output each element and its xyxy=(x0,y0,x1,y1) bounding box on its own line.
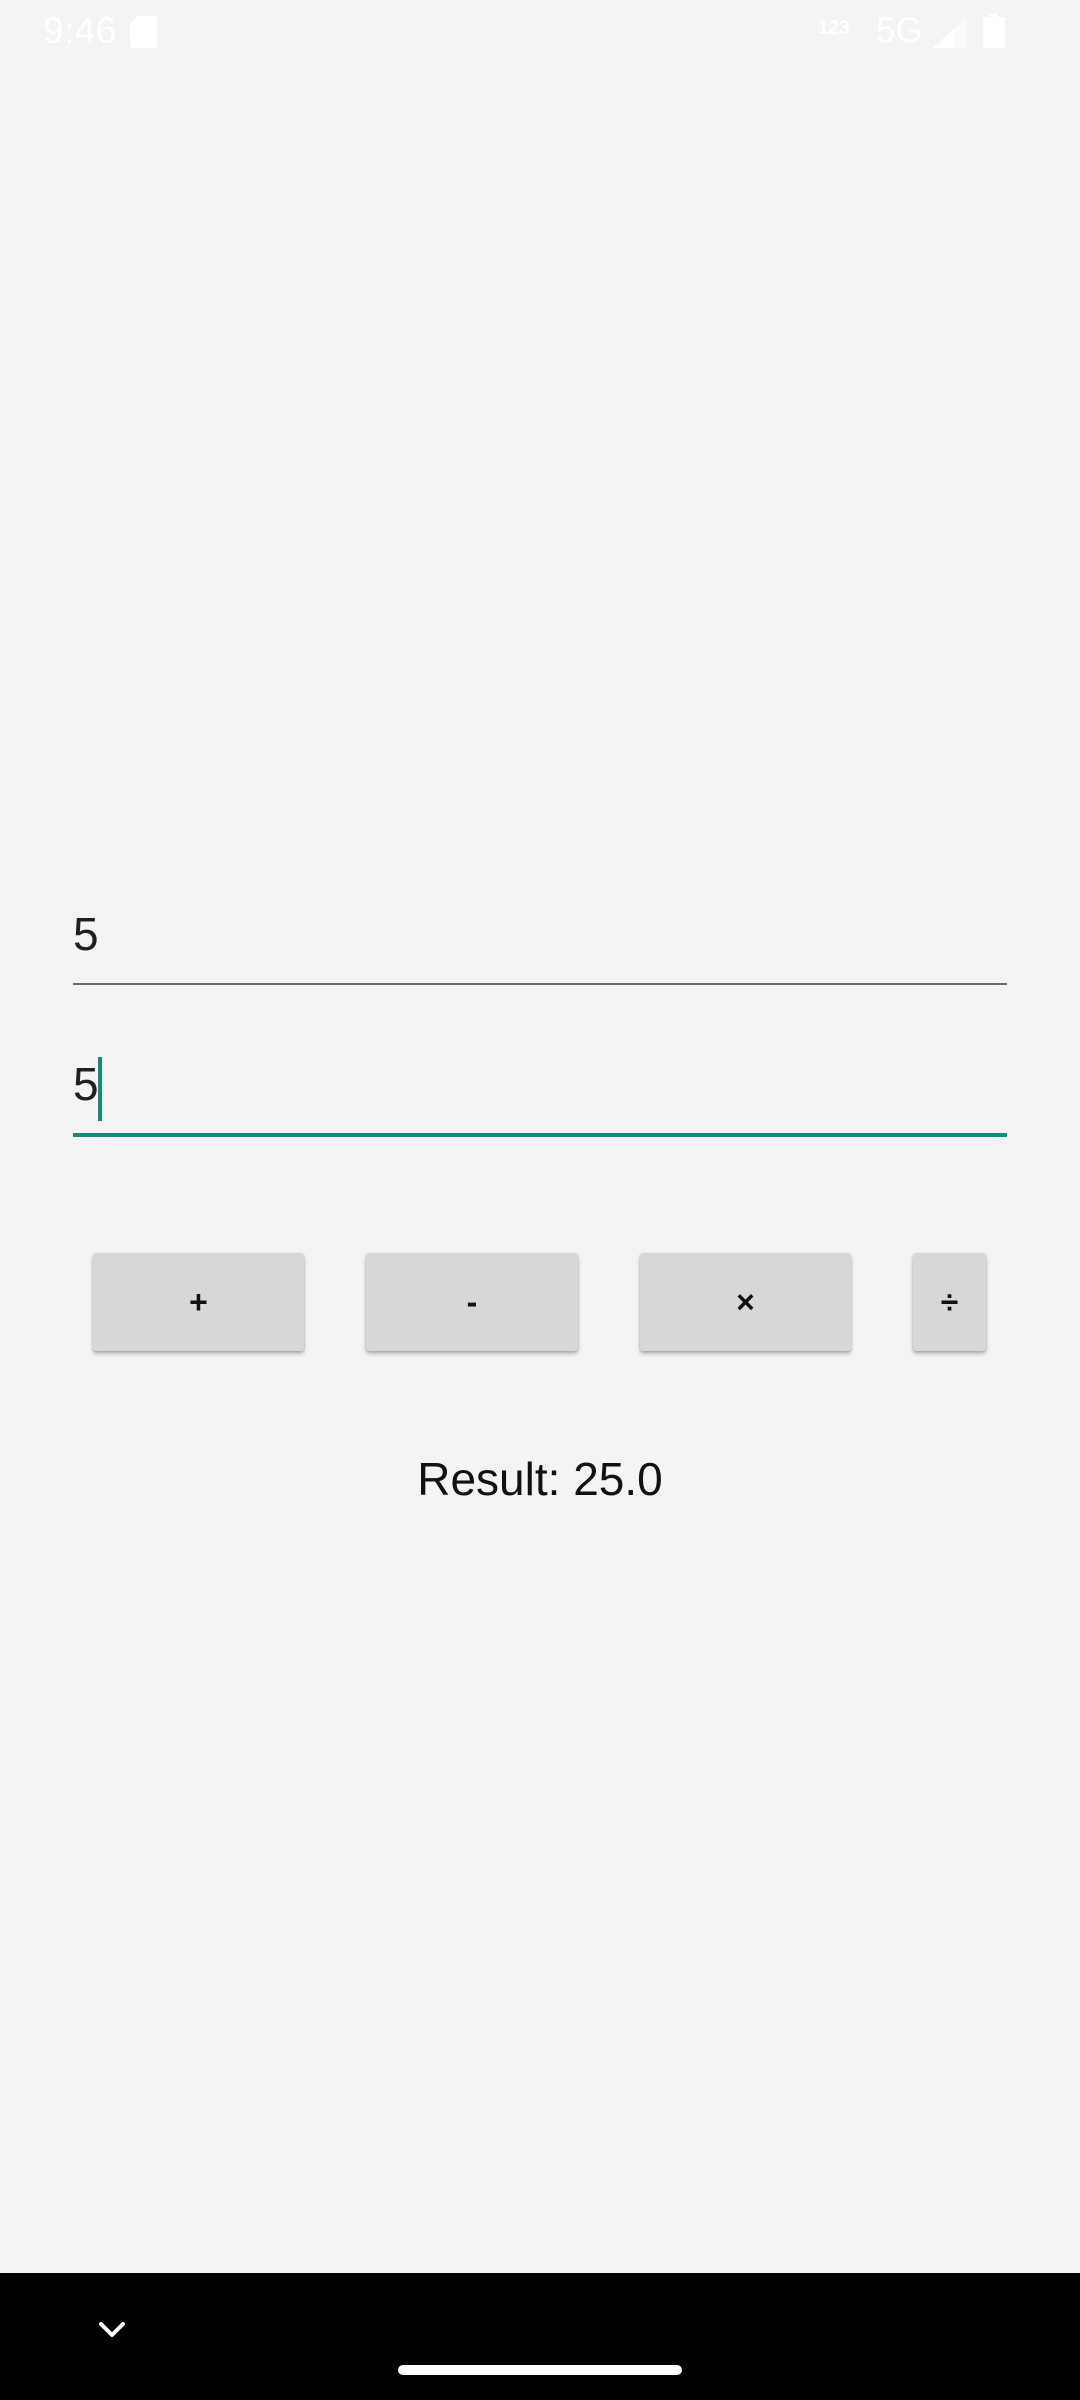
first-number-underline xyxy=(73,983,1007,985)
status-time: 9:46 xyxy=(43,10,118,51)
home-handle[interactable] xyxy=(398,2365,682,2375)
divide-button[interactable]: ÷ xyxy=(913,1253,986,1351)
network-type: 5G xyxy=(876,11,923,50)
first-number-value: 5 xyxy=(73,908,99,960)
sd-card-icon xyxy=(130,16,157,48)
multiply-button[interactable]: × xyxy=(640,1253,851,1351)
signal-icon xyxy=(933,16,967,48)
second-number-value: 5 xyxy=(73,1058,99,1110)
status-bar: 9:46 123 5G xyxy=(0,0,1080,62)
navigation-bar xyxy=(0,2273,1080,2400)
result-text: Result: 25.0 xyxy=(417,1453,663,1505)
subtract-button[interactable]: - xyxy=(366,1253,578,1351)
first-number-input[interactable]: 5 xyxy=(73,905,1007,985)
second-number-underline xyxy=(73,1133,1007,1137)
add-button[interactable]: + xyxy=(93,1253,304,1351)
battery-icon xyxy=(983,14,1005,48)
second-number-input[interactable]: 5 xyxy=(73,1055,1007,1137)
chevron-down-icon[interactable] xyxy=(95,2313,129,2347)
text-cursor xyxy=(98,1057,102,1121)
keypad-indicator: 123 xyxy=(818,18,850,39)
